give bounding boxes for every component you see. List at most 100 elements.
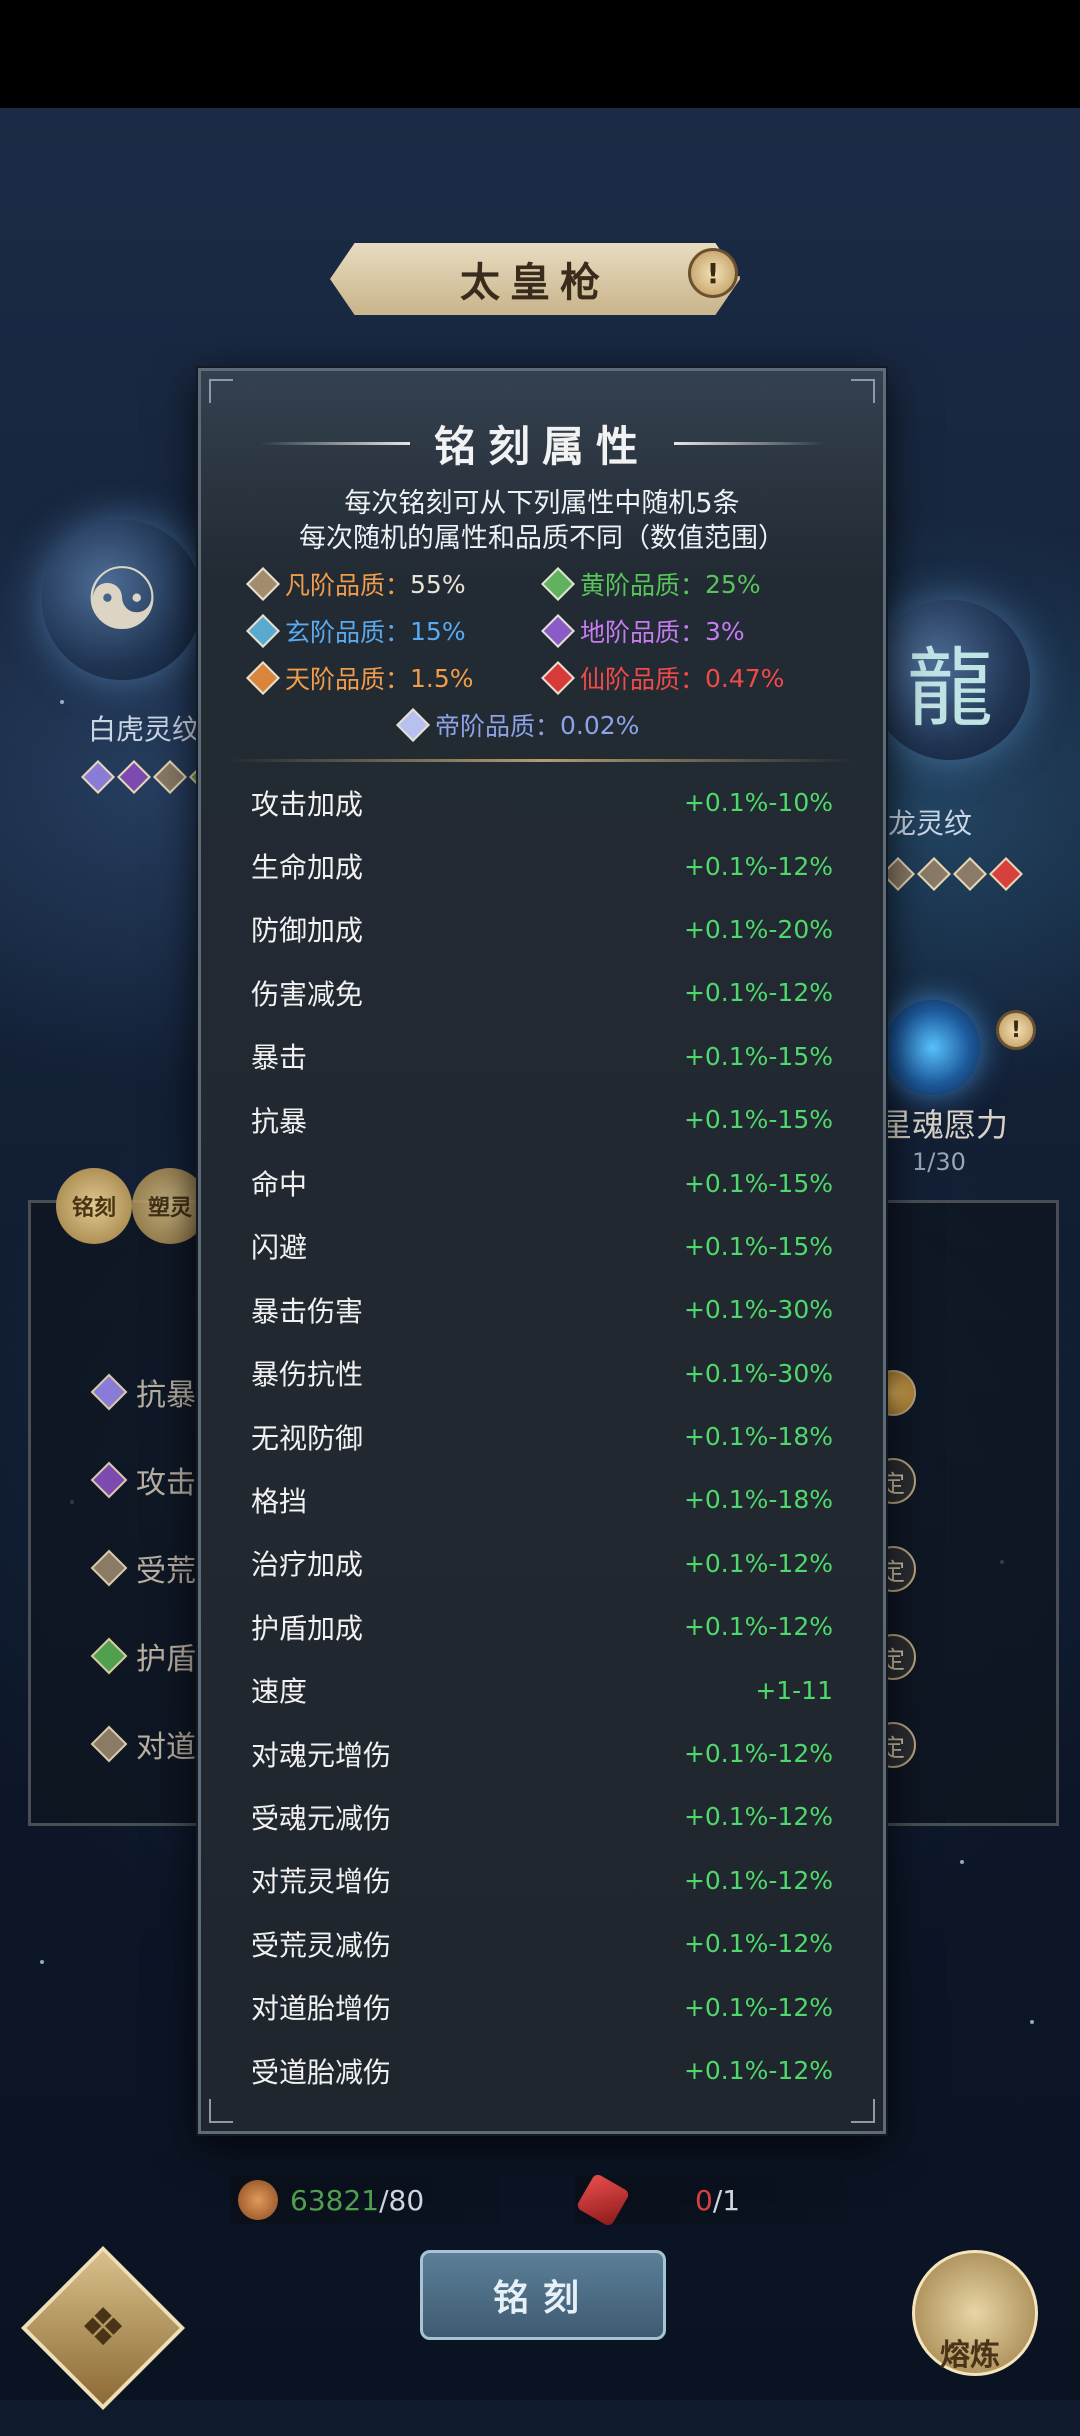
quality-yellow: 黄阶品质： 25% <box>541 566 761 602</box>
gem-icon <box>881 857 915 891</box>
gem-icon <box>81 760 115 794</box>
quality-mystic: 玄阶品质： 15% <box>246 613 466 649</box>
quality-emperor: 帝阶品质： 0.02% <box>396 707 640 743</box>
tab-engrave[interactable]: 铭刻 <box>56 1168 132 1244</box>
gem-icon <box>90 1461 128 1499</box>
quality-label: 仙阶品质： <box>580 665 706 694</box>
right-emblem-label: 龙灵纹 <box>888 807 973 840</box>
dialog-title: 铭刻属性 <box>433 422 650 471</box>
attribute-range: +0.1%-12% <box>683 1992 833 2022</box>
engraved-attr-row: 受荒 <box>90 1546 196 1590</box>
gem-icon <box>153 760 187 794</box>
gem-icon <box>917 857 951 891</box>
attribute-row: 无视防御 +0.1%-18% <box>251 1405 833 1468</box>
engraved-attr-label: 抗暴 <box>136 1378 196 1413</box>
attribute-row: 暴击 +0.1%-15% <box>251 1025 833 1088</box>
attribute-row: 闪避 +0.1%-15% <box>251 1215 833 1278</box>
attribute-range: +0.1%-12% <box>683 1739 833 1769</box>
gem-icon <box>246 661 280 695</box>
quality-value: 25% <box>705 569 761 599</box>
dialog-description-1: 每次铭刻可从下列属性中随机5条 <box>344 488 740 519</box>
attribute-range: +0.1%-15% <box>683 1041 833 1071</box>
cloud-icon: ❖ <box>79 2298 127 2358</box>
quality-mortal: 凡阶品质： 55% <box>246 566 466 602</box>
dragon-icon: 龍 <box>907 638 993 739</box>
quality-label: 玄阶品质： <box>285 618 411 647</box>
gem-icon <box>953 857 987 891</box>
quality-immortal: 仙阶品质： 0.47% <box>541 660 785 696</box>
attribute-row: 受道胎减伤 +0.1%-12% <box>251 2039 833 2102</box>
engraved-attr-label: 对道 <box>136 1730 196 1765</box>
tab-soul-shaping[interactable]: 塑灵 <box>132 1168 208 1244</box>
dialog-corner <box>851 379 875 403</box>
weapon-info-button[interactable]: ! <box>688 248 738 298</box>
attribute-name: 对荒灵增伤 <box>251 1865 392 1899</box>
attribute-row: 治疗加成 +0.1%-12% <box>251 1532 833 1595</box>
gem-icon <box>989 857 1023 891</box>
attribute-name: 对道胎增伤 <box>251 1992 392 2026</box>
attribute-name: 暴伤抗性 <box>251 1358 364 1392</box>
quality-value: 0.47% <box>705 663 785 693</box>
star-soul-orb[interactable] <box>885 1000 980 1095</box>
attribute-range: +0.1%-12% <box>683 2056 833 2085</box>
exclamation-icon: ! <box>706 256 720 290</box>
star-decoration <box>960 1860 964 1864</box>
engraved-attr-label: 护盾 <box>136 1642 196 1677</box>
attribute-name: 攻击加成 <box>251 787 364 821</box>
attribute-range: +0.1%-12% <box>683 1865 833 1895</box>
white-tiger-emblem[interactable]: ☯ <box>42 520 202 680</box>
attribute-range: +0.1%-30% <box>683 1295 833 1325</box>
quality-label: 天阶品质： <box>285 665 411 694</box>
attribute-row: 受魂元减伤 +0.1%-12% <box>251 1785 833 1848</box>
dialog-corner <box>209 2099 233 2123</box>
attribute-range: +0.1%-12% <box>683 1548 833 1578</box>
attribute-range: +0.1%-12% <box>683 851 833 881</box>
attribute-name: 暴击伤害 <box>251 1294 364 1328</box>
attribute-range: +1-11 <box>755 1675 833 1705</box>
attribute-row: 受荒灵减伤 +0.1%-12% <box>251 1912 833 1975</box>
engrave-button-label: 铭刻 <box>492 2277 593 2319</box>
gem-icon <box>541 567 575 601</box>
attribute-row: 攻击加成 +0.1%-10% <box>251 771 833 834</box>
resource-owned: 0 <box>695 2183 713 2217</box>
attribute-name: 防御加成 <box>251 914 364 948</box>
pouch-icon <box>238 2180 278 2220</box>
quality-value: 15% <box>410 616 466 646</box>
crystal-icon <box>575 2172 631 2228</box>
attribute-row: 格挡 +0.1%-18% <box>251 1468 833 1531</box>
attribute-name: 生命加成 <box>251 851 364 885</box>
attribute-range: +0.1%-12% <box>683 978 833 1008</box>
gem-icon <box>246 567 280 601</box>
star-decoration <box>1030 2020 1034 2024</box>
left-emblem-label: 白虎灵纹 <box>88 713 201 746</box>
attribute-range: +0.1%-20% <box>683 914 833 944</box>
quality-value: 0.02% <box>560 710 640 740</box>
right-emblem-gems <box>880 857 1024 891</box>
attribute-row: 速度 +1-11 <box>251 1658 833 1721</box>
engraved-attr-row: 抗暴 <box>90 1370 196 1414</box>
attribute-name: 护盾加成 <box>251 1611 364 1645</box>
title-ornament-left <box>259 442 410 445</box>
engraved-attr-row: 护盾 <box>90 1634 196 1678</box>
attribute-range: +0.1%-15% <box>683 1105 833 1135</box>
quality-value: 3% <box>705 616 745 646</box>
dialog-header: 铭刻属性 <box>201 413 883 474</box>
gem-icon <box>90 1549 128 1587</box>
star-soul-info-button[interactable]: ! <box>996 1010 1036 1050</box>
attribute-list: 攻击加成 +0.1%-10% 生命加成 +0.1%-12% 防御加成 +0.1%-20… <box>251 771 833 2102</box>
star-decoration <box>40 1960 44 1964</box>
dialog-description-2: 每次随机的属性和品质不同（数值范围） <box>299 523 785 554</box>
smelt-label: 熔炼 <box>940 2338 1000 2373</box>
weapon-title-plate: 太皇枪 <box>330 243 740 315</box>
engrave-button[interactable]: 铭刻 <box>420 2250 666 2340</box>
resource-owned: 63821 <box>290 2183 380 2217</box>
dialog-corner <box>209 379 233 403</box>
attribute-range: +0.1%-15% <box>683 1168 833 1198</box>
attribute-name: 抗暴 <box>251 1104 308 1138</box>
quality-label: 凡阶品质： <box>285 571 411 600</box>
engrave-attributes-dialog[interactable]: 铭刻属性 每次铭刻可从下列属性中随机5条 每次随机的属性和品质不同（数值范围） … <box>198 368 886 2134</box>
quality-value: 55% <box>410 569 466 599</box>
star-decoration <box>60 700 64 704</box>
attribute-range: +0.1%-18% <box>683 1422 833 1452</box>
dragon-emblem[interactable]: 龍 <box>870 600 1030 760</box>
